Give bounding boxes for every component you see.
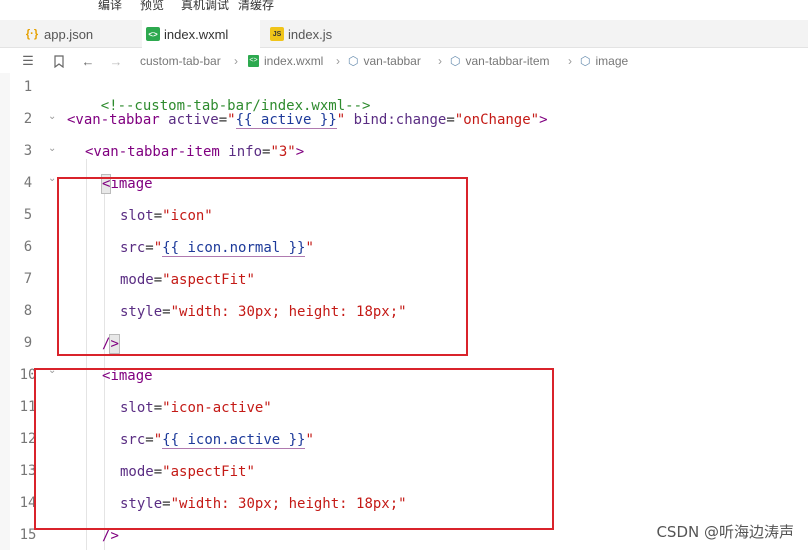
- wxml-file-icon: <>: [146, 27, 160, 41]
- tab-label: index.js: [288, 26, 333, 42]
- tab-label: index.wxml: [164, 26, 229, 42]
- attr-name: info: [228, 144, 263, 160]
- menu-compile[interactable]: 编译: [98, 0, 122, 12]
- attr-name: active: [168, 112, 219, 128]
- line-number: 6: [23, 239, 33, 255]
- json-file-icon: {·}: [25, 28, 39, 40]
- menu-clear-cache[interactable]: 清缓存: [238, 0, 274, 12]
- watermark: CSDN @听海边涛声: [656, 523, 794, 541]
- breadcrumb-label: image: [595, 54, 629, 68]
- attr-value: "onChange": [454, 112, 540, 128]
- cube-icon: ⬡: [348, 54, 359, 68]
- bookmark-icon[interactable]: [52, 53, 66, 69]
- attr-name: bind:change: [353, 112, 447, 128]
- code-line: <van-tabbar active="{{ active }}" bind:c…: [67, 111, 548, 129]
- list-icon[interactable]: ☰: [20, 53, 36, 69]
- fold-chevron-icon[interactable]: ⌄: [48, 173, 56, 184]
- js-file-icon: JS: [270, 27, 284, 41]
- chevron-right-icon: ›: [234, 54, 238, 68]
- wxml-file-icon: <>: [248, 55, 259, 67]
- tab-app-json[interactable]: {·} app.json: [22, 20, 140, 48]
- line-number: 2: [23, 111, 33, 127]
- fold-chevron-icon[interactable]: ⌄: [48, 143, 56, 154]
- breadcrumb-label: van-tabbar: [363, 54, 421, 68]
- line-number: 1: [23, 79, 33, 95]
- breadcrumb-item[interactable]: ⬡ image: [580, 53, 628, 69]
- chevron-right-icon: ›: [336, 54, 340, 68]
- equals-sign: =: [218, 112, 228, 128]
- top-menu: 编译 预览 真机调试 清缓存: [0, 0, 808, 12]
- editor-gutter-strip: [0, 73, 10, 550]
- quote: ": [227, 112, 236, 128]
- tag-name: <van-tabbar: [67, 112, 160, 128]
- breadcrumb-item[interactable]: ⬡ van-tabbar-item: [450, 53, 550, 69]
- cube-icon: ⬡: [450, 54, 461, 68]
- mustache-expression: {{ active }}: [235, 112, 337, 129]
- quote: ": [336, 112, 346, 128]
- tab-label: app.json: [44, 26, 94, 42]
- breadcrumb-label: index.wxml: [264, 54, 324, 68]
- arrow-left-icon[interactable]: ←: [80, 53, 96, 69]
- breadcrumb-item[interactable]: <> index.wxml: [248, 53, 323, 69]
- editor-tab-bar: {·} app.json <> index.wxml JS index.js: [0, 20, 808, 48]
- line-number: 9: [23, 335, 33, 351]
- breadcrumb-label: van-tabbar-item: [465, 54, 550, 68]
- highlight-box: [57, 177, 468, 356]
- tab-index-js[interactable]: JS index.js: [266, 20, 376, 48]
- line-number: 3: [23, 143, 33, 159]
- chevron-right-icon: ›: [568, 54, 572, 68]
- menu-device-debug[interactable]: 真机调试: [181, 0, 229, 12]
- line-number: 7: [23, 271, 33, 287]
- highlight-box: [34, 368, 554, 530]
- chevron-right-icon: ›: [438, 54, 442, 68]
- menu-preview[interactable]: 预览: [140, 0, 164, 12]
- line-number: 5: [23, 207, 33, 223]
- tag-name: <van-tabbar-item: [85, 144, 220, 160]
- line-number: 8: [23, 303, 33, 319]
- attr-value: "3": [270, 144, 296, 160]
- breadcrumb-item[interactable]: ⬡ van-tabbar: [348, 53, 421, 69]
- equals-sign: =: [446, 112, 455, 128]
- code-line: <van-tabbar-item info="3">: [85, 143, 304, 161]
- fold-chevron-icon[interactable]: ⌄: [48, 111, 56, 122]
- arrow-right-icon[interactable]: →: [108, 53, 124, 69]
- cube-icon: ⬡: [580, 54, 591, 68]
- code-editor[interactable]: 1 2 3 4 5 6 7 8 9 10 11 12 13 14 15 ⌄ ⌄ …: [0, 73, 808, 550]
- tag-bracket: >: [295, 144, 305, 160]
- line-number: 4: [23, 175, 33, 191]
- tag-bracket: >: [539, 112, 548, 128]
- tag-bracket: >: [110, 528, 119, 544]
- tab-index-wxml[interactable]: <> index.wxml: [142, 20, 260, 48]
- breadcrumb-bar: ☰ ← → custom-tab-bar › <> index.wxml › ⬡…: [0, 49, 808, 73]
- breadcrumb-item[interactable]: custom-tab-bar: [140, 53, 221, 69]
